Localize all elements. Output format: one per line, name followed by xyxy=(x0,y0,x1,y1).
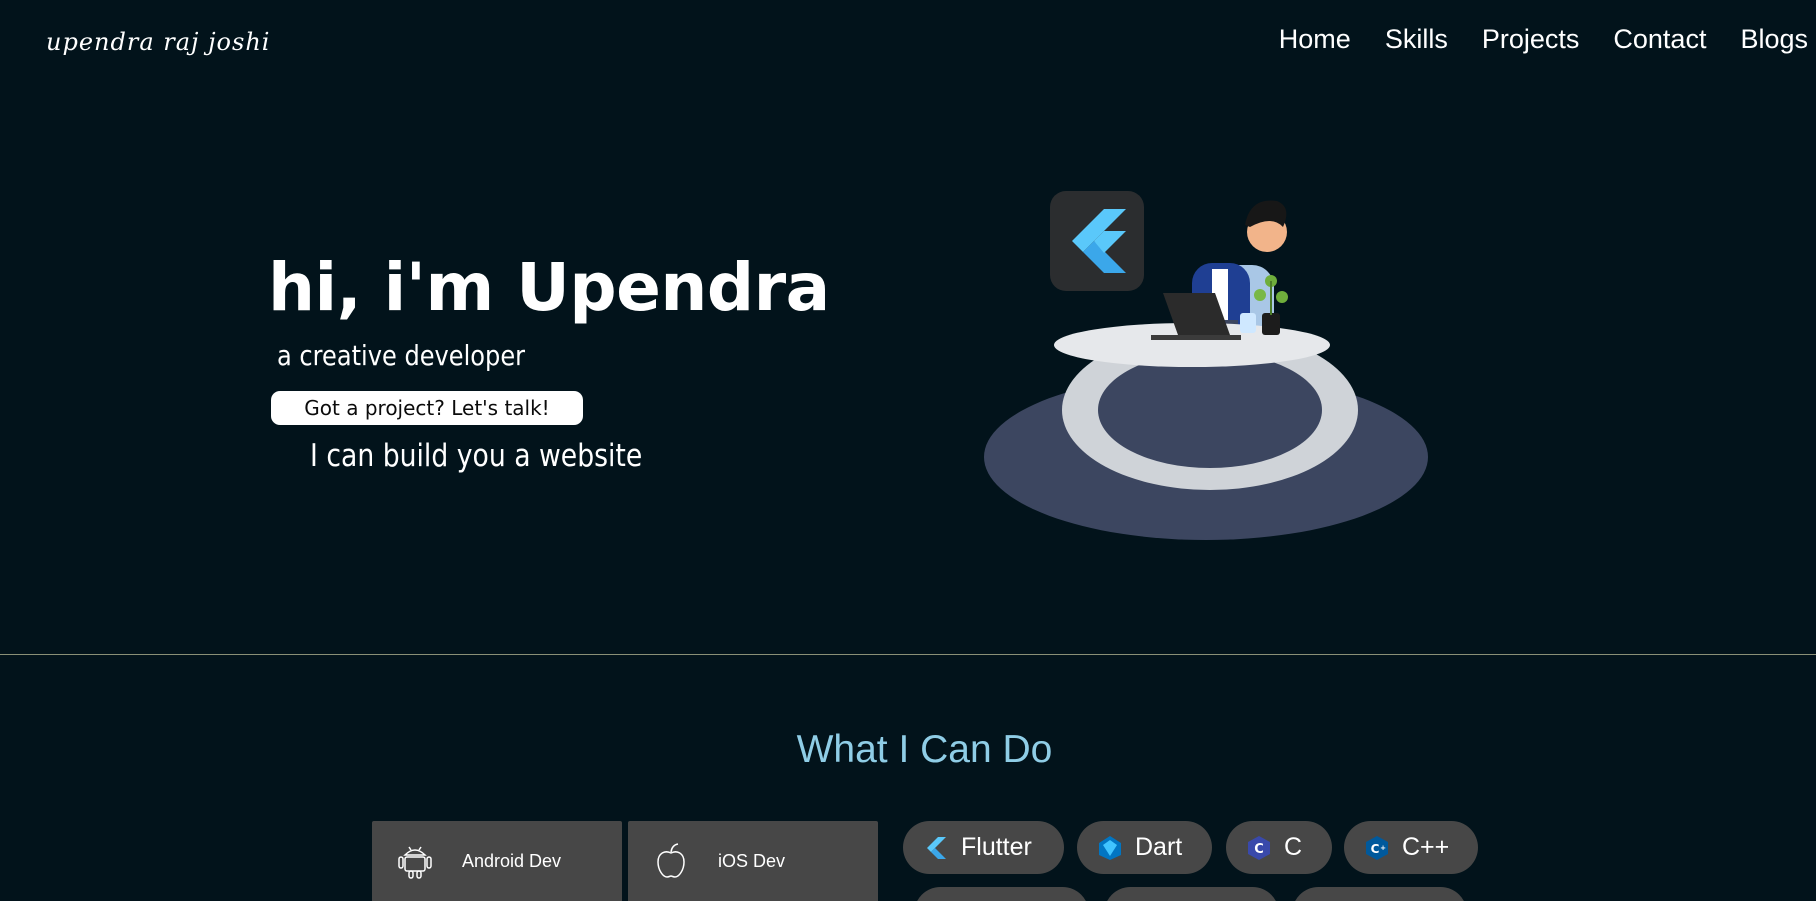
page: upendra raj joshi Home Skills Projects C… xyxy=(0,0,1816,901)
skills-section-title: What I Can Do xyxy=(796,728,1053,771)
apple-icon xyxy=(657,843,685,878)
chip-label-flutter: Flutter xyxy=(961,833,1032,861)
nav-home[interactable]: Home xyxy=(1279,24,1351,55)
site-logo[interactable]: upendra raj joshi xyxy=(46,28,270,56)
hero-subtitle: a creative developer xyxy=(277,339,526,372)
chip-row2-1[interactable] xyxy=(914,887,1089,901)
cpp-icon: C + xyxy=(1366,835,1388,860)
chip-label-cpp: C++ xyxy=(1402,833,1450,861)
hero-title: hi, i'm Upendra xyxy=(268,249,830,326)
svg-text:C: C xyxy=(1254,842,1264,857)
chip-row2-2[interactable] xyxy=(1104,887,1279,901)
c-language-icon: C xyxy=(1248,835,1270,860)
chip-label-dart: Dart xyxy=(1135,833,1183,861)
nav-blogs[interactable]: Blogs xyxy=(1740,24,1808,55)
plant-pot xyxy=(1262,313,1280,335)
typed-tagline: I can build you a website xyxy=(310,438,643,474)
service-label-ios: iOS Dev xyxy=(718,851,786,871)
chip-flutter[interactable]: Flutter xyxy=(903,821,1064,874)
android-icon xyxy=(398,846,432,879)
nav-contact[interactable]: Contact xyxy=(1613,24,1706,55)
chip-row2-3[interactable] xyxy=(1292,887,1467,901)
main-nav: Home Skills Projects Contact Blogs xyxy=(1279,24,1808,55)
chip-dart[interactable]: Dart xyxy=(1077,821,1212,874)
dart-icon xyxy=(1099,835,1121,860)
chip-label-c: C xyxy=(1284,833,1303,861)
nav-skills[interactable]: Skills xyxy=(1385,24,1448,55)
nav-projects[interactable]: Projects xyxy=(1482,24,1580,55)
flutter-icon xyxy=(927,836,946,859)
svg-text:C: C xyxy=(1371,842,1380,856)
service-card-android[interactable]: Android Dev xyxy=(372,821,622,901)
service-card-ios[interactable]: iOS Dev xyxy=(628,821,878,901)
chip-c[interactable]: C C xyxy=(1226,821,1332,874)
coffee-cup xyxy=(1240,313,1256,333)
developer-illustration xyxy=(984,191,1428,540)
section-divider xyxy=(0,654,1816,655)
service-label-android: Android Dev xyxy=(462,851,562,871)
svg-text:+: + xyxy=(1380,844,1386,852)
chip-cpp[interactable]: C + C++ xyxy=(1344,821,1478,874)
lets-talk-button[interactable]: Got a project? Let's talk! xyxy=(271,391,583,425)
